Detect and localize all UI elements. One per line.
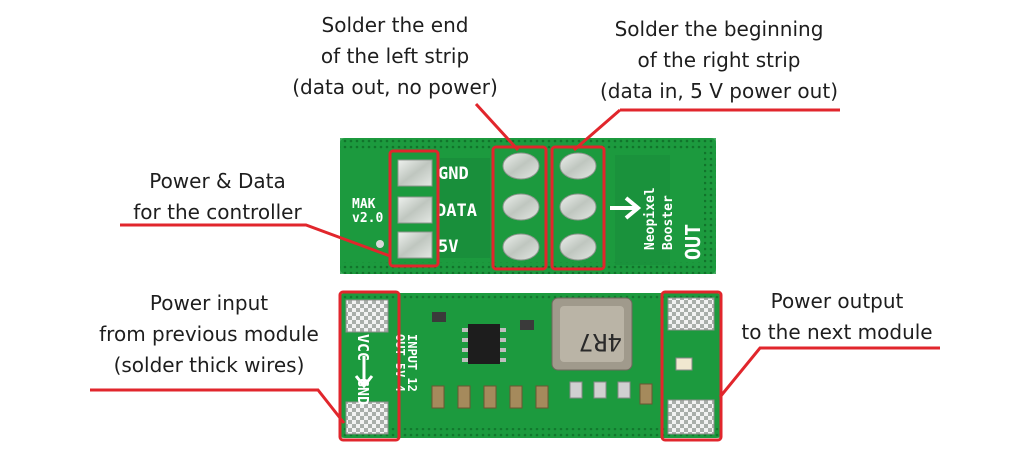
silk-gnd: GND	[438, 164, 469, 184]
caption-power-input-line-1: Power input	[149, 291, 269, 315]
caption-right-strip-line-3: (data in, 5 V power out)	[599, 79, 838, 103]
silk-data: DATA	[436, 201, 477, 221]
caption-right-strip-line-2: of the right strip	[637, 48, 801, 72]
caption-left-strip-line-2: of the left strip	[320, 44, 470, 68]
silk-in-spec: INPUT 12	[405, 334, 419, 392]
silk-5v: 5V	[438, 237, 458, 257]
output-pad-bottom	[667, 399, 715, 435]
caption-power-output-line-2: to the next module	[741, 320, 933, 344]
leader-power-output	[718, 346, 940, 398]
output-pad-top	[667, 297, 715, 331]
caption-power-input-line-2: from previous module	[99, 322, 319, 346]
caption-left-strip-line-1: Solder the end	[321, 13, 469, 37]
caption-right-strip-begin: Solder the beginning of the right strip …	[583, 14, 855, 107]
controller-pads	[397, 159, 433, 259]
silk-product-1: Neopixel	[643, 187, 658, 250]
caption-power-input: Power input from previous module (solder…	[78, 288, 340, 381]
ic-chip	[468, 324, 500, 364]
vcc-input-pad	[345, 299, 389, 333]
bottom-board: VCC GND OUT 5V 4 INPUT 12 4R7	[340, 293, 721, 438]
leader-power-input	[90, 388, 346, 424]
caption-controller-line-2: for the controller	[133, 200, 302, 224]
caption-power-output: Power output to the next module	[727, 286, 947, 348]
right-strip-pads	[559, 152, 597, 261]
top-board: GND DATA 5V MAK v2.0 Neopixel Booster OU…	[340, 138, 716, 274]
silk-out: OUT	[681, 224, 705, 260]
caption-left-strip-end: Solder the end of the left strip (data o…	[270, 10, 520, 103]
inductor-marking: 4R7	[579, 328, 622, 356]
gnd-input-pad	[345, 401, 389, 435]
left-strip-pads	[502, 152, 540, 261]
caption-power-data-controller: Power & Data for the controller	[105, 166, 330, 228]
silk-product-2: Booster	[661, 195, 676, 250]
silk-brand-1: MAK	[352, 197, 376, 212]
caption-power-output-line-1: Power output	[770, 289, 904, 313]
caption-power-input-line-3: (solder thick wires)	[113, 353, 305, 377]
caption-right-strip-line-1: Solder the beginning	[614, 17, 824, 41]
silk-brand-2: v2.0	[352, 211, 383, 226]
caption-controller-line-1: Power & Data	[149, 169, 286, 193]
caption-left-strip-line-3: (data out, no power)	[292, 75, 498, 99]
